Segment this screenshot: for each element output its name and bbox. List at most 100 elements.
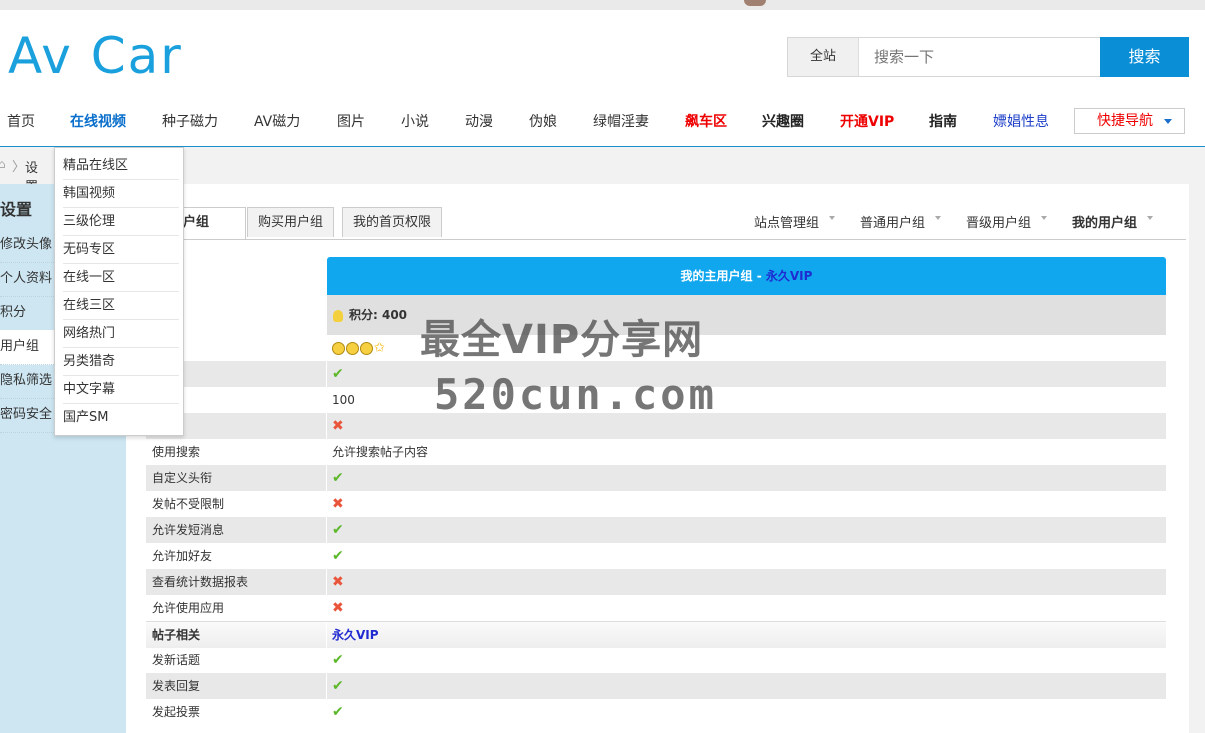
points-row: 积分: 400 (327, 295, 1166, 335)
usergroup-header: 我的主用户组 - 永久VIP (327, 257, 1166, 295)
table-row: 允许使用应用 ✖ (146, 595, 1166, 621)
row-label: 使用搜索 (152, 445, 201, 459)
column-divider (326, 387, 327, 413)
tab-normal-group[interactable]: 普通用户组 (860, 212, 942, 231)
nav-av-magnet[interactable]: AV磁力 (254, 100, 300, 146)
row-label: 发起投票 (152, 705, 201, 719)
column-divider (326, 543, 327, 569)
column-divider (326, 491, 327, 517)
header: Av Car 全站 搜索 (0, 10, 1205, 100)
table-row: 查看统计数据报表 ✖ (146, 569, 1166, 595)
dropdown-item[interactable]: 三级伦理 (63, 208, 179, 236)
row-label: 帖子相关 (152, 628, 201, 642)
nav-category-9[interactable]: 绿帽淫妻 (593, 100, 649, 146)
main-content: 的用户组 购买用户组 我的首页权限 站点管理组 普通用户组 晋级用户组 我的用户… (126, 184, 1189, 733)
sidebar-title: 设置 (0, 200, 33, 219)
chevron-down-icon (829, 215, 836, 220)
level-icons: ✩ (332, 335, 385, 362)
check-icon: ✔ (332, 678, 344, 694)
nav-torrent[interactable]: 种子磁力 (162, 100, 218, 146)
chevron-down-icon (1041, 215, 1048, 220)
check-icon: ✔ (332, 366, 344, 382)
row-label: 发表回复 (152, 679, 201, 693)
cross-icon: ✖ (332, 418, 344, 434)
check-icon: ✔ (332, 522, 344, 538)
cross-icon: ✖ (332, 574, 344, 590)
row-value: 允许搜索帖子内容 (332, 445, 429, 459)
smiley-icon (360, 342, 373, 355)
row-label: 允许发短消息 (152, 523, 225, 537)
avatar[interactable] (744, 0, 766, 6)
row-label: 自定义头衔 (152, 471, 213, 485)
breadcrumb-separator: 〉 (12, 160, 26, 175)
table-row: 允许加好友 ✔ (146, 543, 1166, 569)
tab-bar: 的用户组 购买用户组 我的首页权限 站点管理组 普通用户组 晋级用户组 我的用户… (146, 207, 1186, 240)
nav-category-14[interactable]: 嫖娼性息 (993, 100, 1049, 146)
nav-anime[interactable]: 动漫 (465, 100, 493, 146)
tab-upgrade-group[interactable]: 晋级用户组 (966, 212, 1048, 231)
check-icon: ✔ (332, 652, 344, 668)
tab-home-permissions[interactable]: 我的首页权限 (342, 207, 443, 237)
dropdown-item[interactable]: 中文字幕 (63, 376, 179, 404)
usergroup-name: 永久VIP (765, 269, 813, 283)
nav-open-vip[interactable]: 开通VIP (840, 100, 894, 146)
row-value: 永久VIP (332, 628, 379, 642)
cross-icon: ✖ (332, 600, 344, 616)
table-row: 权限100 (146, 387, 1166, 413)
tab-admin-group[interactable]: 站点管理组 (754, 212, 836, 231)
smiley-icon (346, 342, 359, 355)
table-row: ✖ (146, 413, 1166, 439)
nav-guide[interactable]: 指南 (929, 100, 957, 146)
main-nav: 首页 在线视频 种子磁力 AV磁力 图片 小说 动漫 伪娘 绿帽淫妻 飙车区 兴… (0, 100, 1205, 148)
star-icon: ✩ (374, 340, 385, 356)
points-value: 积分: 400 (349, 308, 408, 322)
check-icon: ✔ (332, 704, 344, 720)
table-row: 自定义头衔 ✔ (146, 465, 1166, 491)
row-label: 查看统计数据报表 (152, 575, 249, 589)
nav-category-8[interactable]: 伪娘 (529, 100, 557, 146)
quick-nav-dropdown[interactable]: 快捷导航 (1074, 108, 1185, 134)
table-row: 使用搜索 允许搜索帖子内容 (146, 439, 1166, 465)
row-label: 发帖不受限制 (152, 497, 225, 511)
row-value: 100 (332, 393, 355, 407)
nav-novels[interactable]: 小说 (401, 100, 429, 146)
nav-interest-circle[interactable]: 兴趣圈 (762, 100, 804, 146)
quick-nav-label: 快捷导航 (1097, 113, 1153, 129)
table-row: 级别✩ (146, 335, 1166, 361)
search-button[interactable]: 搜索 (1100, 37, 1189, 77)
tab-my-group[interactable]: 我的用户组 (1072, 212, 1154, 231)
column-divider (326, 413, 327, 439)
dropdown-item[interactable]: 另类猎奇 (63, 348, 179, 376)
nav-racing-zone[interactable]: 飙车区 (685, 100, 727, 146)
cross-icon: ✖ (332, 496, 344, 512)
tab-buy-usergroup[interactable]: 购买用户组 (247, 207, 335, 237)
online-video-dropdown: 精品在线区 韩国视频 三级伦理 无码专区 在线一区 在线三区 网络热门 另类猎奇… (54, 147, 184, 436)
nav-online-video[interactable]: 在线视频 (70, 100, 126, 148)
table-row: 发起投票 ✔ (146, 699, 1166, 725)
chevron-down-icon (1147, 215, 1154, 220)
search-input[interactable] (860, 38, 1114, 76)
nav-home[interactable]: 首页 (7, 100, 35, 146)
lightbulb-icon (333, 309, 343, 322)
dropdown-item[interactable]: 国产SM (63, 404, 179, 431)
dropdown-item[interactable]: 在线一区 (63, 264, 179, 292)
dropdown-item[interactable]: 韩国视频 (63, 180, 179, 208)
dropdown-item[interactable]: 网络热门 (63, 320, 179, 348)
nav-pictures[interactable]: 图片 (337, 100, 365, 146)
smiley-icon (332, 342, 345, 355)
dropdown-item[interactable]: 无码专区 (63, 236, 179, 264)
check-icon: ✔ (332, 548, 344, 564)
chevron-down-icon (935, 215, 942, 220)
table-row: 发帖不受限制 ✖ (146, 491, 1166, 517)
search-bar: 全站 搜索 (787, 37, 1189, 77)
row-label: 发新话题 (152, 653, 201, 667)
dropdown-item[interactable]: 在线三区 (63, 292, 179, 320)
table-row: 帖子相关 永久VIP (146, 621, 1166, 648)
search-scope-select[interactable]: 全站 (788, 38, 859, 76)
home-icon[interactable]: ⌂ (0, 157, 6, 171)
column-divider (326, 699, 327, 725)
dropdown-item[interactable]: 精品在线区 (63, 152, 179, 180)
site-logo[interactable]: Av Car (8, 24, 183, 88)
table-row: 发新话题 ✔ (146, 647, 1166, 673)
column-divider (326, 622, 327, 648)
